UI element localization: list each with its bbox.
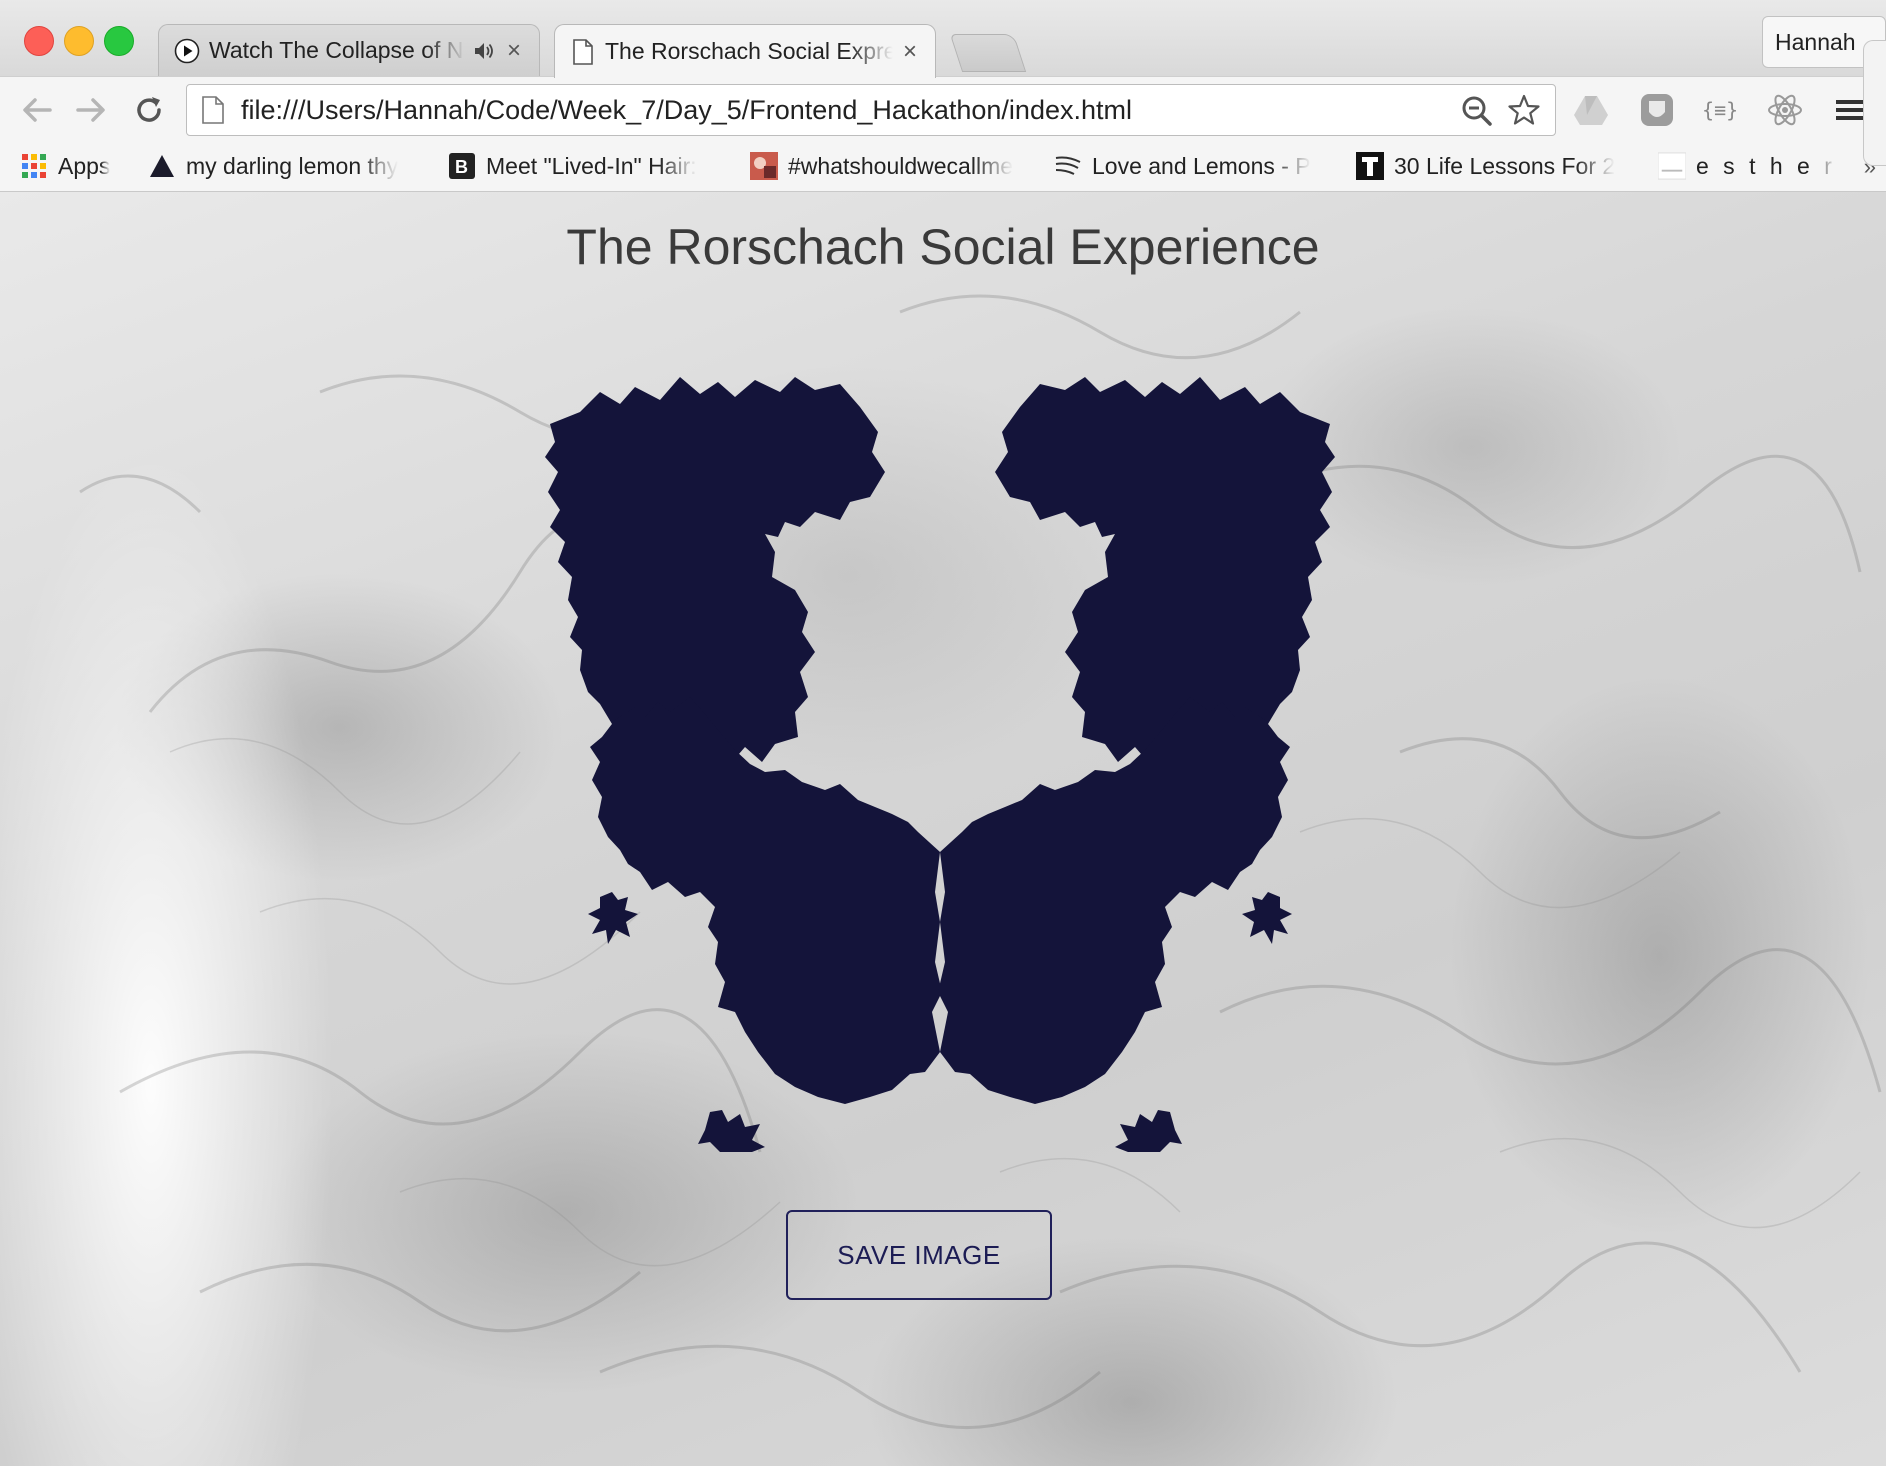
bookmark-love-and-lemons[interactable]: Love and Lemons - P <box>1054 142 1328 190</box>
reload-icon[interactable] <box>130 91 168 129</box>
bookmark-label: Meet "Lived-In" Hair: <box>486 152 697 179</box>
bookmark-label: my darling lemon thy <box>186 152 399 179</box>
page-title: The Rorschach Social Experience <box>566 219 1320 275</box>
bookmark-star-icon[interactable] <box>1507 93 1541 132</box>
save-image-button[interactable]: SAVE IMAGE <box>786 1210 1052 1300</box>
tab-watch-collapse[interactable]: Watch The Collapse of N × <box>158 24 540 76</box>
extension-shield-icon[interactable] <box>1638 91 1676 129</box>
tab-title: The Rorschach Social Expre <box>605 38 893 64</box>
play-icon <box>173 37 201 65</box>
tab-strip: Watch The Collapse of N × The Rorschach … <box>0 0 1886 78</box>
bookmark-30-life-lessons[interactable]: 30 Life Lessons For 2 <box>1356 142 1632 190</box>
bookmark-label: Apps <box>58 152 111 179</box>
bookmark-label: e s t h e r <box>1696 152 1836 179</box>
url-text[interactable]: file:///Users/Hannah/Code/Week_7/Day_5/F… <box>241 85 1132 135</box>
page-viewport: The Rorschach Social Experience SAVE IMA… <box>0 192 1886 1466</box>
bookmarks-bar: Apps my darling lemon thy B Meet "Lived-… <box>0 142 1886 192</box>
back-arrow-icon[interactable] <box>18 91 56 129</box>
page-icon <box>569 38 597 66</box>
apps-grid-icon <box>20 152 48 180</box>
image-favicon <box>750 152 778 180</box>
window-close-button[interactable] <box>24 26 54 56</box>
window-maximize-button[interactable] <box>104 26 134 56</box>
react-devtools-icon[interactable] <box>1766 91 1804 129</box>
inkblot-image <box>545 377 1335 1152</box>
bookmark-label: Love and Lemons - P <box>1092 152 1311 179</box>
triangle-icon <box>148 152 176 180</box>
bookmark-apps[interactable]: Apps <box>20 142 110 190</box>
browser-window: Watch The Collapse of N × The Rorschach … <box>0 0 1886 1466</box>
t-icon <box>1356 152 1384 180</box>
close-tab-icon[interactable]: × <box>899 39 921 63</box>
bookmark-lived-in-hair[interactable]: B Meet "Lived-In" Hair: <box>448 142 722 190</box>
forward-arrow-icon[interactable] <box>72 91 110 129</box>
esther-favicon <box>1658 152 1686 180</box>
svg-text:B: B <box>455 157 468 177</box>
speaker-icon[interactable] <box>471 38 497 64</box>
new-tab-button[interactable] <box>949 34 1027 72</box>
close-tab-icon[interactable]: × <box>503 38 525 62</box>
page-icon <box>201 96 225 129</box>
b-icon: B <box>448 152 476 180</box>
address-bar[interactable]: file:///Users/Hannah/Code/Week_7/Day_5/F… <box>186 84 1556 136</box>
tab-rorschach[interactable]: The Rorschach Social Expre × <box>554 24 936 78</box>
tab-title: Watch The Collapse of N <box>209 37 464 63</box>
whisk-icon <box>1054 152 1082 180</box>
bookmark-label: #whatshouldwecallme <box>788 152 1014 179</box>
json-formatter-icon[interactable]: {≡} <box>1700 91 1738 129</box>
drive-extension-icon[interactable] <box>1572 91 1610 129</box>
bookmark-my-darling-lemon[interactable]: my darling lemon thy <box>148 142 418 190</box>
window-minimize-button[interactable] <box>64 26 94 56</box>
bookmark-whatshouldwecallme[interactable]: #whatshouldwecallme <box>750 142 1040 190</box>
bookmark-label: 30 Life Lessons For 2 <box>1394 152 1616 179</box>
browser-toolbar: file:///Users/Hannah/Code/Week_7/Day_5/F… <box>0 76 1886 142</box>
bookmark-esther[interactable]: e s t h e r <box>1658 142 1836 190</box>
zoom-icon[interactable] <box>1461 95 1493 132</box>
svg-text:{≡}: {≡} <box>1702 98 1738 122</box>
side-panel-edge <box>1863 40 1886 166</box>
